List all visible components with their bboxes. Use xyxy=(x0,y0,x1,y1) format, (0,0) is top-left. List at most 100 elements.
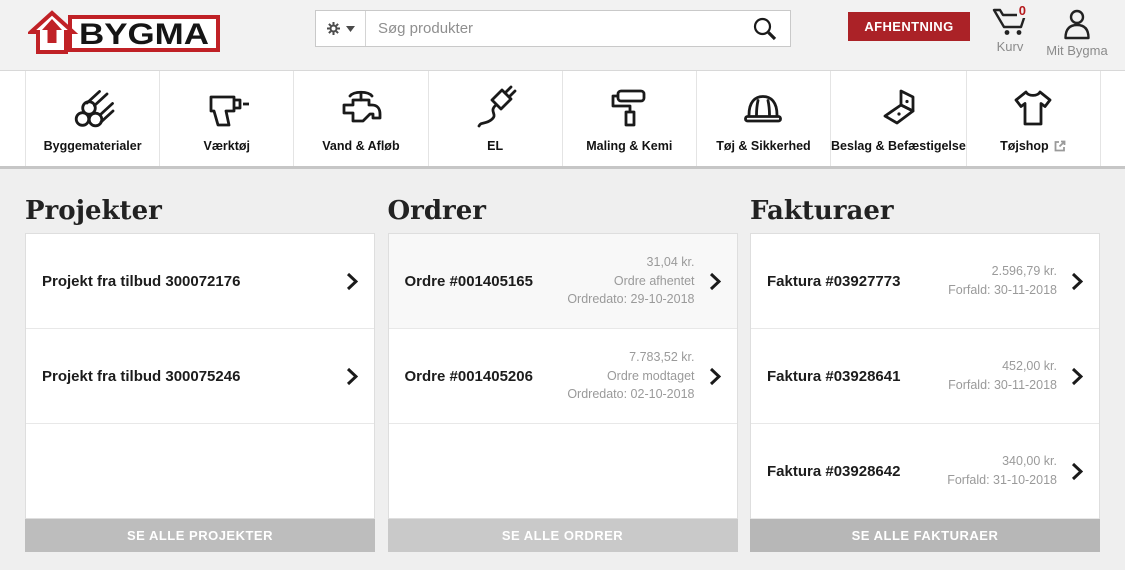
afhentning-button[interactable]: AFHENTNING xyxy=(848,12,970,41)
order-label: Ordre #001405206 xyxy=(405,368,568,385)
gear-icon xyxy=(326,21,341,36)
invoice-row[interactable]: Faktura #03927773 2.596,79 kr. Forfald: … xyxy=(751,234,1099,329)
invoice-meta: 452,00 kr. Forfald: 30-11-2018 xyxy=(948,357,1057,395)
order-date: Ordredato: 29-10-2018 xyxy=(567,290,694,309)
bygma-dashboard-page: BYGMA AFHE xyxy=(0,0,1125,570)
nav-item-label: Værktøj xyxy=(203,139,250,153)
invoice-amount: 340,00 kr. xyxy=(947,452,1057,471)
project-row[interactable]: Projekt fra tilbud 300075246 xyxy=(26,329,374,424)
product-search-bar xyxy=(315,10,791,47)
tshirt-icon xyxy=(1009,84,1057,132)
order-row[interactable]: Ordre #001405206 7.783,52 kr. Ordre modt… xyxy=(389,329,737,424)
nav-item-vaerktoj[interactable]: Værktøj xyxy=(160,71,294,166)
angle-bracket-icon xyxy=(874,84,922,132)
power-plug-icon xyxy=(471,84,519,132)
nav-item-label: Beslag & Befæstigelse xyxy=(831,139,966,153)
search-scope-dropdown[interactable] xyxy=(316,11,366,46)
project-label: Projekt fra tilbud 300072176 xyxy=(42,273,346,290)
nav-item-byggematerialer[interactable]: Byggematerialer xyxy=(26,71,160,166)
see-all-invoices-button[interactable]: SE ALLE FAKTURAER xyxy=(750,519,1100,552)
user-icon xyxy=(1062,8,1092,40)
chevron-right-icon xyxy=(1071,272,1083,291)
order-amount: 31,04 kr. xyxy=(567,253,694,272)
order-meta: 7.783,52 kr. Ordre modtaget Ordredato: 0… xyxy=(567,348,694,404)
bygma-logo-icon: BYGMA xyxy=(28,10,223,56)
projects-panel: Projekt fra tilbud 300072176 Projekt fra… xyxy=(25,233,375,519)
faucet-icon xyxy=(337,84,385,132)
chevron-right-icon xyxy=(346,272,358,291)
top-header: BYGMA AFHE xyxy=(0,0,1125,70)
chevron-down-icon xyxy=(346,26,355,32)
invoice-meta: 2.596,79 kr. Forfald: 30-11-2018 xyxy=(948,262,1057,300)
nav-item-label: Maling & Kemi xyxy=(586,139,672,153)
invoice-due-date: Forfald: 31-10-2018 xyxy=(947,471,1057,490)
invoice-row[interactable]: Faktura #03928641 452,00 kr. Forfald: 30… xyxy=(751,329,1099,424)
chevron-right-icon xyxy=(1071,367,1083,386)
projects-title: Projekter xyxy=(25,196,375,227)
nav-item-beslag-befaestigelse[interactable]: Beslag & Befæstigelse xyxy=(831,71,967,166)
order-meta: 31,04 kr. Ordre afhentet Ordredato: 29-1… xyxy=(567,253,694,309)
invoice-label: Faktura #03927773 xyxy=(767,273,948,290)
invoice-amount: 452,00 kr. xyxy=(948,357,1057,376)
chevron-right-icon xyxy=(709,367,721,386)
account-label: Mit Bygma xyxy=(1046,43,1107,58)
invoice-amount: 2.596,79 kr. xyxy=(948,262,1057,281)
invoice-label: Faktura #03928641 xyxy=(767,368,948,385)
order-status: Ordre modtaget xyxy=(567,367,694,386)
nav-left-spacer xyxy=(0,71,26,166)
category-nav: Byggematerialer Værktøj Vand & Afløb xyxy=(0,70,1125,169)
external-link-icon xyxy=(1053,139,1067,153)
dashboard-main: Projekter Projekt fra tilbud 300072176 P… xyxy=(0,169,1125,552)
nav-item-maling-kemi[interactable]: Maling & Kemi xyxy=(563,71,697,166)
order-amount: 7.783,52 kr. xyxy=(567,348,694,367)
order-label: Ordre #001405165 xyxy=(405,273,568,290)
nav-item-label: Tøj & Sikkerhed xyxy=(716,139,810,153)
cart-link[interactable]: 0 Kurv xyxy=(983,8,1037,54)
see-all-orders-button[interactable]: SE ALLE ORDRER xyxy=(388,519,738,552)
invoice-row[interactable]: Faktura #03928642 340,00 kr. Forfald: 31… xyxy=(751,424,1099,519)
logs-icon xyxy=(69,84,117,132)
projects-empty-space xyxy=(26,424,374,518)
nav-item-label-text: Tøjshop xyxy=(1000,139,1049,153)
nav-right-spacer xyxy=(1101,71,1125,166)
orders-panel: Ordre #001405165 31,04 kr. Ordre afhente… xyxy=(388,233,738,519)
paint-roller-icon xyxy=(605,84,653,132)
invoices-title: Fakturaer xyxy=(750,196,1100,227)
orders-empty-space xyxy=(389,424,737,518)
chevron-right-icon xyxy=(709,272,721,291)
chevron-right-icon xyxy=(1071,462,1083,481)
search-icon xyxy=(751,15,778,42)
invoices-panel: Faktura #03927773 2.596,79 kr. Forfald: … xyxy=(750,233,1100,519)
invoices-section: Fakturaer Faktura #03927773 2.596,79 kr.… xyxy=(750,169,1100,552)
nav-item-label: Vand & Afløb xyxy=(322,139,399,153)
order-date: Ordredato: 02-10-2018 xyxy=(567,385,694,404)
invoice-due-date: Forfald: 30-11-2018 xyxy=(948,281,1057,300)
invoice-due-date: Forfald: 30-11-2018 xyxy=(948,376,1057,395)
chevron-right-icon xyxy=(346,367,358,386)
projects-section: Projekter Projekt fra tilbud 300072176 P… xyxy=(25,169,375,552)
order-status: Ordre afhentet xyxy=(567,272,694,291)
order-row[interactable]: Ordre #001405165 31,04 kr. Ordre afhente… xyxy=(389,234,737,329)
nav-item-toj-sikkerhed[interactable]: Tøj & Sikkerhed xyxy=(697,71,831,166)
nav-item-vand-aflob[interactable]: Vand & Afløb xyxy=(294,71,428,166)
logo-text: BYGMA xyxy=(79,18,209,51)
cart-label: Kurv xyxy=(997,39,1024,54)
nav-item-label: Byggematerialer xyxy=(44,139,142,153)
hard-hat-icon xyxy=(739,84,787,132)
nav-item-el[interactable]: EL xyxy=(429,71,563,166)
nav-item-label: Tøjshop xyxy=(1000,139,1067,153)
see-all-projects-button[interactable]: SE ALLE PROJEKTER xyxy=(25,519,375,552)
drill-icon xyxy=(203,84,251,132)
nav-item-tojshop[interactable]: Tøjshop xyxy=(967,71,1101,166)
nav-item-label: EL xyxy=(487,139,503,153)
project-row[interactable]: Projekt fra tilbud 300072176 xyxy=(26,234,374,329)
bygma-logo[interactable]: BYGMA xyxy=(28,10,223,56)
mit-bygma-link[interactable]: Mit Bygma xyxy=(1044,8,1110,58)
cart-count-badge: 0 xyxy=(1017,4,1028,18)
invoice-label: Faktura #03928642 xyxy=(767,463,947,480)
project-label: Projekt fra tilbud 300075246 xyxy=(42,368,346,385)
search-input[interactable] xyxy=(366,20,745,37)
orders-title: Ordrer xyxy=(388,196,738,227)
invoice-meta: 340,00 kr. Forfald: 31-10-2018 xyxy=(947,452,1057,490)
search-button[interactable] xyxy=(745,15,790,42)
